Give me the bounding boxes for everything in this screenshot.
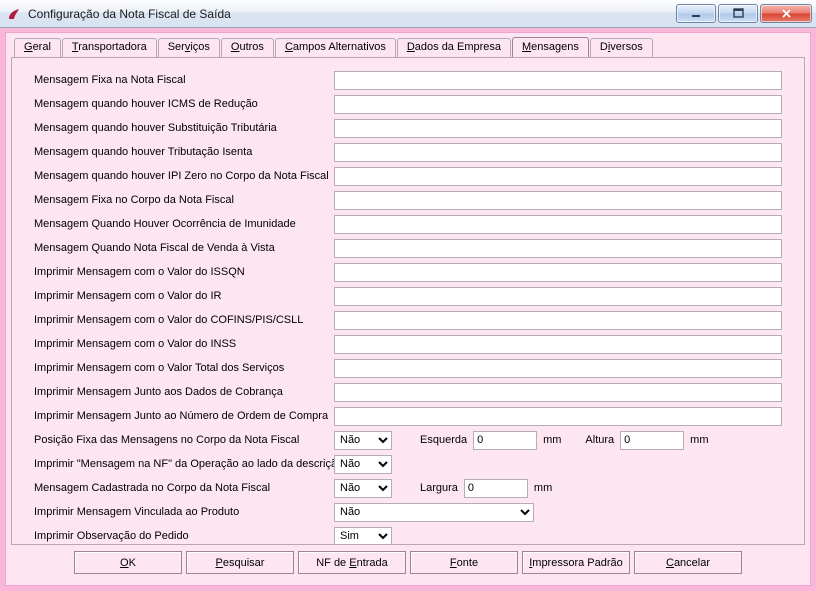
imprimir-msg-nf-oper-select[interactable]: SimNão (334, 455, 392, 474)
tab-3[interactable]: Outros (221, 38, 274, 58)
msg-label-0: Mensagem Fixa na Nota Fiscal (34, 74, 334, 86)
tab-4[interactable]: Campos Alternativos (275, 38, 396, 58)
msg-input-8[interactable] (334, 263, 782, 282)
form-row: Imprimir Mensagem Junto ao Número de Ord… (34, 404, 782, 428)
msg-label-5: Mensagem Fixa no Corpo da Nota Fiscal (34, 194, 334, 206)
msg-label-14: Imprimir Mensagem Junto ao Número de Ord… (34, 410, 334, 422)
tab-0[interactable]: Geral (14, 38, 61, 58)
msg-label-3: Mensagem quando houver Tributação Isenta (34, 146, 334, 158)
imprimir-obs-pedido-select[interactable]: SimNão (334, 527, 392, 546)
form-row: Imprimir Mensagem com o Valor Total dos … (34, 356, 782, 380)
msg-input-2[interactable] (334, 119, 782, 138)
msg-input-6[interactable] (334, 215, 782, 234)
largura-label: Largura (420, 482, 458, 494)
msg-cadastrada-corpo-select[interactable]: SimNão (334, 479, 392, 498)
imprimir-msg-vinc-produto-select[interactable]: SimNão (334, 503, 534, 522)
form-row: Mensagem quando houver ICMS de Redução (34, 92, 782, 116)
msg-input-12[interactable] (334, 359, 782, 378)
msg-label-1: Mensagem quando houver ICMS de Redução (34, 98, 334, 110)
msg-label-12: Imprimir Mensagem com o Valor Total dos … (34, 362, 334, 374)
msg-input-4[interactable] (334, 167, 782, 186)
form-row: Mensagem quando houver IPI Zero no Corpo… (34, 164, 782, 188)
window-titlebar: Configuração da Nota Fiscal de Saída (0, 0, 816, 28)
form-row: Mensagem quando houver Tributação Isenta (34, 140, 782, 164)
msg-label-2: Mensagem quando houver Substituição Trib… (34, 122, 334, 134)
form-row: Mensagem Quando Nota Fiscal de Venda à V… (34, 236, 782, 260)
form-row: Imprimir "Mensagem na NF" da Operação ao… (34, 452, 782, 476)
imprimir-msg-vinc-produto-label: Imprimir Mensagem Vinculada ao Produto (34, 506, 334, 518)
msg-input-0[interactable] (334, 71, 782, 90)
msg-label-11: Imprimir Mensagem com o Valor do INSS (34, 338, 334, 350)
client-area: GeralTransportadoraServiçosOutrosCampos … (5, 32, 811, 586)
esquerda-input[interactable] (473, 431, 537, 450)
form-row: Imprimir Mensagem com o Valor do INSS (34, 332, 782, 356)
form-row: Mensagem Fixa na Nota Fiscal (34, 68, 782, 92)
button-bar: OK Pesquisar NF de Entrada Fonte Impress… (6, 551, 810, 579)
largura-input[interactable] (464, 479, 528, 498)
close-button[interactable] (760, 4, 812, 23)
minimize-button[interactable] (676, 4, 716, 23)
form-row: Mensagem Cadastrada no Corpo da Nota Fis… (34, 476, 782, 500)
form-row: Mensagem Fixa no Corpo da Nota Fiscal (34, 188, 782, 212)
msg-input-7[interactable] (334, 239, 782, 258)
msg-label-8: Imprimir Mensagem com o Valor do ISSQN (34, 266, 334, 278)
form-row: Imprimir Mensagem com o Valor do ISSQN (34, 260, 782, 284)
msg-input-13[interactable] (334, 383, 782, 402)
posicao-fixa-label: Posição Fixa das Mensagens no Corpo da N… (34, 434, 334, 446)
msg-input-9[interactable] (334, 287, 782, 306)
form-row: Mensagem quando houver Substituição Trib… (34, 116, 782, 140)
msg-label-7: Mensagem Quando Nota Fiscal de Venda à V… (34, 242, 334, 254)
maximize-button[interactable] (718, 4, 758, 23)
app-icon (6, 6, 22, 22)
form-row: Imprimir Mensagem com o Valor do IR (34, 284, 782, 308)
msg-input-1[interactable] (334, 95, 782, 114)
msg-input-3[interactable] (334, 143, 782, 162)
altura-unit: mm (690, 434, 708, 446)
pesquisar-button[interactable]: Pesquisar (186, 551, 294, 574)
tab-5[interactable]: Dados da Empresa (397, 38, 511, 58)
ok-button[interactable]: OK (74, 551, 182, 574)
msg-label-9: Imprimir Mensagem com o Valor do IR (34, 290, 334, 302)
tab-1[interactable]: Transportadora (62, 38, 157, 58)
tab-6[interactable]: Mensagens (512, 37, 589, 57)
form-row: Posição Fixa das Mensagens no Corpo da N… (34, 428, 782, 452)
msg-input-5[interactable] (334, 191, 782, 210)
posicao-fixa-select[interactable]: SimNão (334, 431, 392, 450)
msg-label-10: Imprimir Mensagem com o Valor do COFINS/… (34, 314, 334, 326)
form-row: Imprimir Mensagem com o Valor do COFINS/… (34, 308, 782, 332)
largura-unit: mm (534, 482, 552, 494)
window-buttons (676, 4, 812, 23)
tabs: GeralTransportadoraServiçosOutrosCampos … (14, 37, 654, 57)
msg-label-4: Mensagem quando houver IPI Zero no Corpo… (34, 170, 334, 182)
cancelar-button[interactable]: Cancelar (634, 551, 742, 574)
msg-label-13: Imprimir Mensagem Junto aos Dados de Cob… (34, 386, 334, 398)
tab-7[interactable]: Diversos (590, 38, 653, 58)
imprimir-obs-pedido-label: Imprimir Observação do Pedido (34, 530, 334, 542)
window-title: Configuração da Nota Fiscal de Saída (28, 7, 676, 21)
tab-panel-mensagens: Mensagem Fixa na Nota Fiscal Mensagem qua… (11, 57, 805, 545)
form-row: Imprimir Observação do PedidoSimNão (34, 524, 782, 545)
msg-cadastrada-corpo-label: Mensagem Cadastrada no Corpo da Nota Fis… (34, 482, 334, 494)
impressora-padrao-button[interactable]: Impressora Padrão (522, 551, 630, 574)
esquerda-unit: mm (543, 434, 561, 446)
fonte-button[interactable]: Fonte (410, 551, 518, 574)
msg-label-6: Mensagem Quando Houver Ocorrência de Imu… (34, 218, 334, 230)
msg-input-10[interactable] (334, 311, 782, 330)
msg-input-11[interactable] (334, 335, 782, 354)
form-row: Imprimir Mensagem Vinculada ao ProdutoSi… (34, 500, 782, 524)
altura-input[interactable] (620, 431, 684, 450)
msg-input-14[interactable] (334, 407, 782, 426)
altura-label: Altura (585, 434, 614, 446)
form-row: Mensagem Quando Houver Ocorrência de Imu… (34, 212, 782, 236)
nf-entrada-button[interactable]: NF de Entrada (298, 551, 406, 574)
form-row: Imprimir Mensagem Junto aos Dados de Cob… (34, 380, 782, 404)
imprimir-msg-nf-oper-label: Imprimir "Mensagem na NF" da Operação ao… (34, 458, 334, 470)
window-frame: GeralTransportadoraServiçosOutrosCampos … (0, 28, 816, 591)
tab-2[interactable]: Serviços (158, 38, 220, 58)
esquerda-label: Esquerda (420, 434, 467, 446)
